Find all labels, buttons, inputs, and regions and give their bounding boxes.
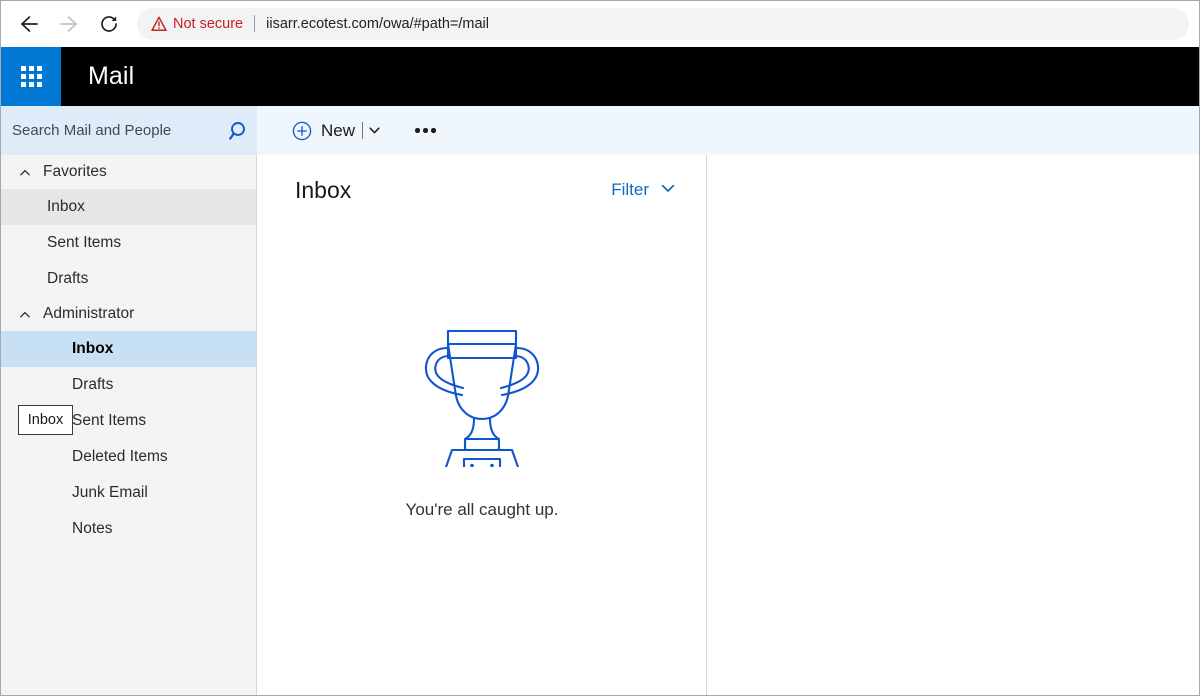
sidebar-item-favorites-sent-items[interactable]: Sent Items: [1, 225, 256, 261]
app-launcher-waffle-icon: [20, 66, 42, 87]
arrow-left-icon: [18, 13, 40, 35]
sidebar-item-inbox[interactable]: Inbox: [1, 331, 256, 367]
empty-inbox-state: You're all caught up.: [258, 317, 706, 520]
filter-label: Filter: [611, 180, 649, 199]
reload-icon: [98, 13, 120, 35]
trophy-icon: [407, 317, 557, 489]
address-bar[interactable]: Not secure iisarr.ecotest.com/owa/#path=…: [137, 7, 1189, 40]
sidebar-item-label: Drafts: [47, 270, 89, 287]
sidebar-item-drafts[interactable]: Drafts: [1, 367, 256, 403]
chevron-down-icon[interactable]: [368, 124, 381, 137]
sidebar-item-label: Sent Items: [47, 234, 122, 251]
sidebar-item-deleted-items[interactable]: Deleted Items: [1, 439, 256, 475]
forward-button[interactable]: [49, 4, 89, 44]
chevron-up-icon: [19, 308, 31, 320]
sidebar-group-administrator[interactable]: Administrator: [1, 297, 256, 331]
search-placeholder: Search Mail and People: [12, 122, 172, 139]
new-button-label: New: [321, 120, 356, 140]
sidebar-item-notes[interactable]: Notes: [1, 511, 256, 547]
back-button[interactable]: [9, 4, 49, 44]
sidebar-item-label: Deleted Items: [72, 448, 168, 465]
arrow-right-icon: [58, 13, 80, 35]
sidebar-group-label: Administrator: [43, 305, 135, 322]
circle-plus-icon: [292, 121, 312, 141]
sidebar-item-junk-email[interactable]: Junk Email: [1, 475, 256, 511]
security-status-text: Not secure: [173, 15, 244, 32]
page-title: Inbox: [295, 176, 352, 203]
message-list-header: Inbox Filter: [258, 155, 706, 225]
url-text: iisarr.ecotest.com/owa/#path=/mail: [266, 15, 489, 32]
sidebar-item-label: Junk Email: [72, 484, 148, 501]
sidebar-item-label: Drafts: [72, 376, 114, 393]
browser-toolbar: Not secure iisarr.ecotest.com/owa/#path=…: [1, 1, 1199, 46]
app-header: Mail: [1, 47, 1199, 106]
message-list-pane: Inbox Filter You're all caught up.: [258, 155, 707, 695]
empty-state-message: You're all caught up.: [405, 500, 559, 519]
reading-pane: [708, 155, 1199, 695]
app-title: Mail: [88, 62, 135, 90]
search-magnifier-icon[interactable]: [221, 119, 257, 143]
reload-button[interactable]: [89, 4, 129, 44]
chevron-down-icon: [660, 180, 676, 201]
chevron-up-icon: [19, 166, 31, 178]
browser-window: Not secure iisarr.ecotest.com/owa/#path=…: [0, 0, 1200, 696]
sidebar-item-label: Inbox: [72, 340, 114, 357]
sidebar-item-favorites-inbox[interactable]: Inbox: [1, 189, 256, 225]
toolbar-strip: Search Mail and People New: [1, 106, 1199, 155]
sidebar-item-label: Notes: [72, 520, 113, 537]
filter-button[interactable]: Filter: [611, 180, 676, 201]
new-button[interactable]: New: [292, 114, 381, 148]
sidebar-group-favorites[interactable]: Favorites: [1, 155, 256, 189]
sidebar-item-label: Sent Items: [72, 412, 147, 429]
new-button-divider: [362, 122, 364, 139]
sidebar-item-label: Inbox: [47, 198, 85, 215]
folder-tooltip: Inbox: [18, 405, 73, 435]
warning-triangle-icon: [151, 16, 167, 32]
command-bar: New: [257, 106, 1199, 155]
folder-sidebar: Favorites Inbox Sent Items Drafts Admini…: [1, 155, 257, 695]
sidebar-group-label: Favorites: [43, 163, 107, 180]
app-launcher-button[interactable]: [1, 47, 61, 106]
search-input[interactable]: Search Mail and People: [1, 106, 257, 155]
ellipsis-icon[interactable]: [409, 116, 442, 146]
omnibox-divider: [254, 15, 256, 32]
sidebar-item-favorites-drafts[interactable]: Drafts: [1, 261, 256, 297]
